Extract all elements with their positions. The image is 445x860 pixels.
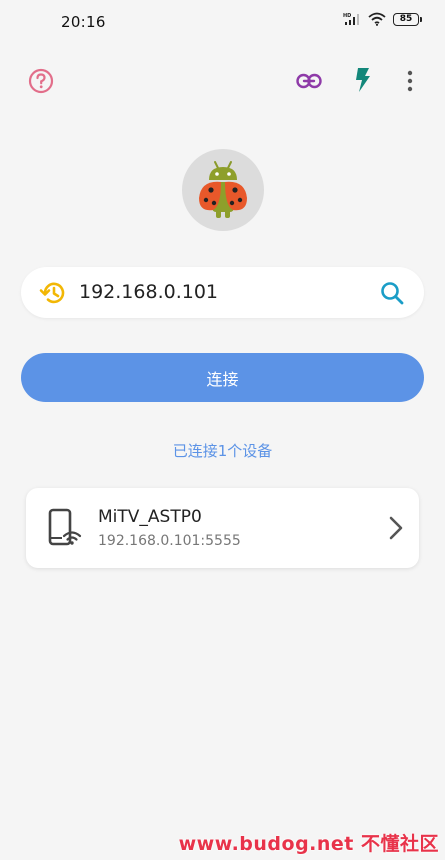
more-icon[interactable] bbox=[399, 68, 421, 94]
status-time: 20:16 bbox=[61, 13, 106, 31]
wifi-icon bbox=[368, 12, 386, 26]
chevron-right-icon bbox=[389, 516, 403, 540]
app-logo bbox=[182, 149, 264, 231]
address-input[interactable] bbox=[79, 277, 369, 307]
connected-devices-status: 已连接1个设备 bbox=[172, 442, 273, 460]
device-address: 192.168.0.101:5555 bbox=[98, 533, 241, 549]
device-list-item[interactable]: MiTV_ASTP0 192.168.0.101:5555 bbox=[26, 488, 419, 568]
link-icon[interactable] bbox=[295, 68, 323, 94]
connect-button[interactable]: 连接 bbox=[21, 353, 424, 402]
cellular-signal-icon: HD bbox=[343, 13, 359, 25]
search-icon[interactable] bbox=[378, 279, 406, 307]
status-bar: 20:16 HD 85 bbox=[0, 0, 445, 44]
battery-icon: 85 bbox=[393, 12, 422, 26]
ladybug-android-logo bbox=[199, 161, 247, 218]
help-icon[interactable] bbox=[27, 67, 55, 95]
watermark: www.budog.net 不懂社区 bbox=[178, 833, 439, 855]
battery-level: 85 bbox=[399, 13, 413, 24]
history-icon[interactable] bbox=[39, 279, 67, 307]
status-icons: HD 85 bbox=[343, 12, 422, 26]
connect-button-label: 连接 bbox=[206, 369, 239, 389]
app-screen: 20:16 HD 85 192.168.0.101 连接 已连接1个设备 MiT… bbox=[0, 0, 445, 860]
flash-icon[interactable] bbox=[351, 66, 375, 94]
phone-wifi-icon bbox=[48, 508, 82, 546]
network-badge: HD bbox=[343, 13, 351, 19]
device-name: MiTV_ASTP0 bbox=[98, 507, 202, 527]
address-bar bbox=[21, 267, 424, 318]
